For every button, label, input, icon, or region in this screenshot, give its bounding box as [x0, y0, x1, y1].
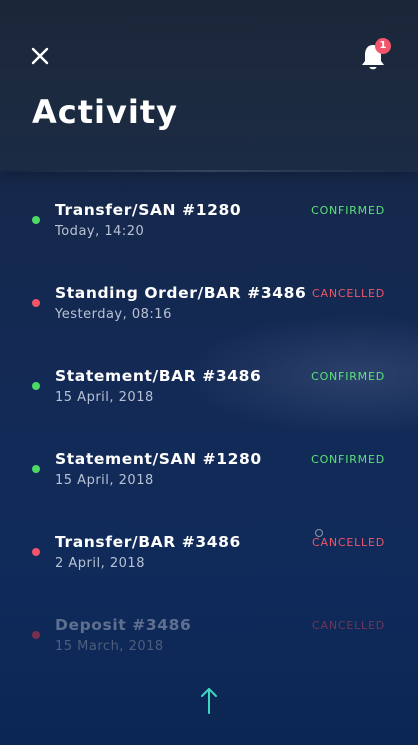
activity-date: 15 April, 2018 [55, 390, 154, 405]
status-dot [32, 465, 40, 473]
touch-indicator [315, 529, 323, 537]
activity-item[interactable]: Deposit #3486 15 March, 2018 CANCELLED [0, 587, 418, 657]
activity-title: Transfer/BAR #3486 [55, 533, 241, 551]
activity-title: Statement/BAR #3486 [55, 367, 262, 385]
activity-status: CANCELLED [312, 536, 385, 549]
activity-screen: 1 Activity Transfer/SAN #1280 Today, 14:… [0, 0, 418, 745]
activity-title: Standing Order/BAR #3486 [55, 284, 307, 302]
notification-badge: 1 [375, 38, 391, 54]
status-dot [32, 216, 40, 224]
activity-date: 15 April, 2018 [55, 473, 154, 488]
activity-title: Transfer/SAN #1280 [55, 201, 242, 219]
activity-item[interactable]: Transfer/BAR #3486 2 April, 2018 CANCELL… [0, 504, 418, 574]
arrow-up-icon [201, 688, 217, 714]
close-icon [31, 47, 49, 65]
activity-status: CANCELLED [312, 619, 385, 632]
activity-title: Statement/SAN #1280 [55, 450, 262, 468]
scroll-top-button[interactable] [197, 686, 221, 716]
status-dot [32, 299, 40, 307]
activity-date: Yesterday, 08:16 [55, 307, 172, 322]
activity-status: CONFIRMED [311, 370, 385, 383]
activity-item[interactable]: Statement/BAR #3486 15 April, 2018 CONFI… [0, 338, 418, 408]
status-dot [32, 382, 40, 390]
activity-status: CONFIRMED [311, 453, 385, 466]
activity-date: 2 April, 2018 [55, 556, 145, 571]
activity-date: Today, 14:20 [55, 224, 145, 239]
close-button[interactable] [28, 44, 52, 68]
activity-item[interactable]: Transfer/SAN #1280 Today, 14:20 CONFIRME… [0, 172, 418, 242]
activity-status: CONFIRMED [311, 204, 385, 217]
activity-item[interactable]: Statement/SAN #1280 15 April, 2018 CONFI… [0, 421, 418, 491]
activity-date: 15 March, 2018 [55, 639, 164, 654]
status-dot [32, 631, 40, 639]
activity-item[interactable]: Standing Order/BAR #3486 Yesterday, 08:1… [0, 255, 418, 325]
header: 1 Activity [0, 0, 418, 170]
notifications-button[interactable]: 1 [356, 38, 392, 74]
activity-status: CANCELLED [312, 287, 385, 300]
status-dot [32, 548, 40, 556]
page-title: Activity [32, 93, 178, 131]
activity-title: Deposit #3486 [55, 616, 192, 634]
